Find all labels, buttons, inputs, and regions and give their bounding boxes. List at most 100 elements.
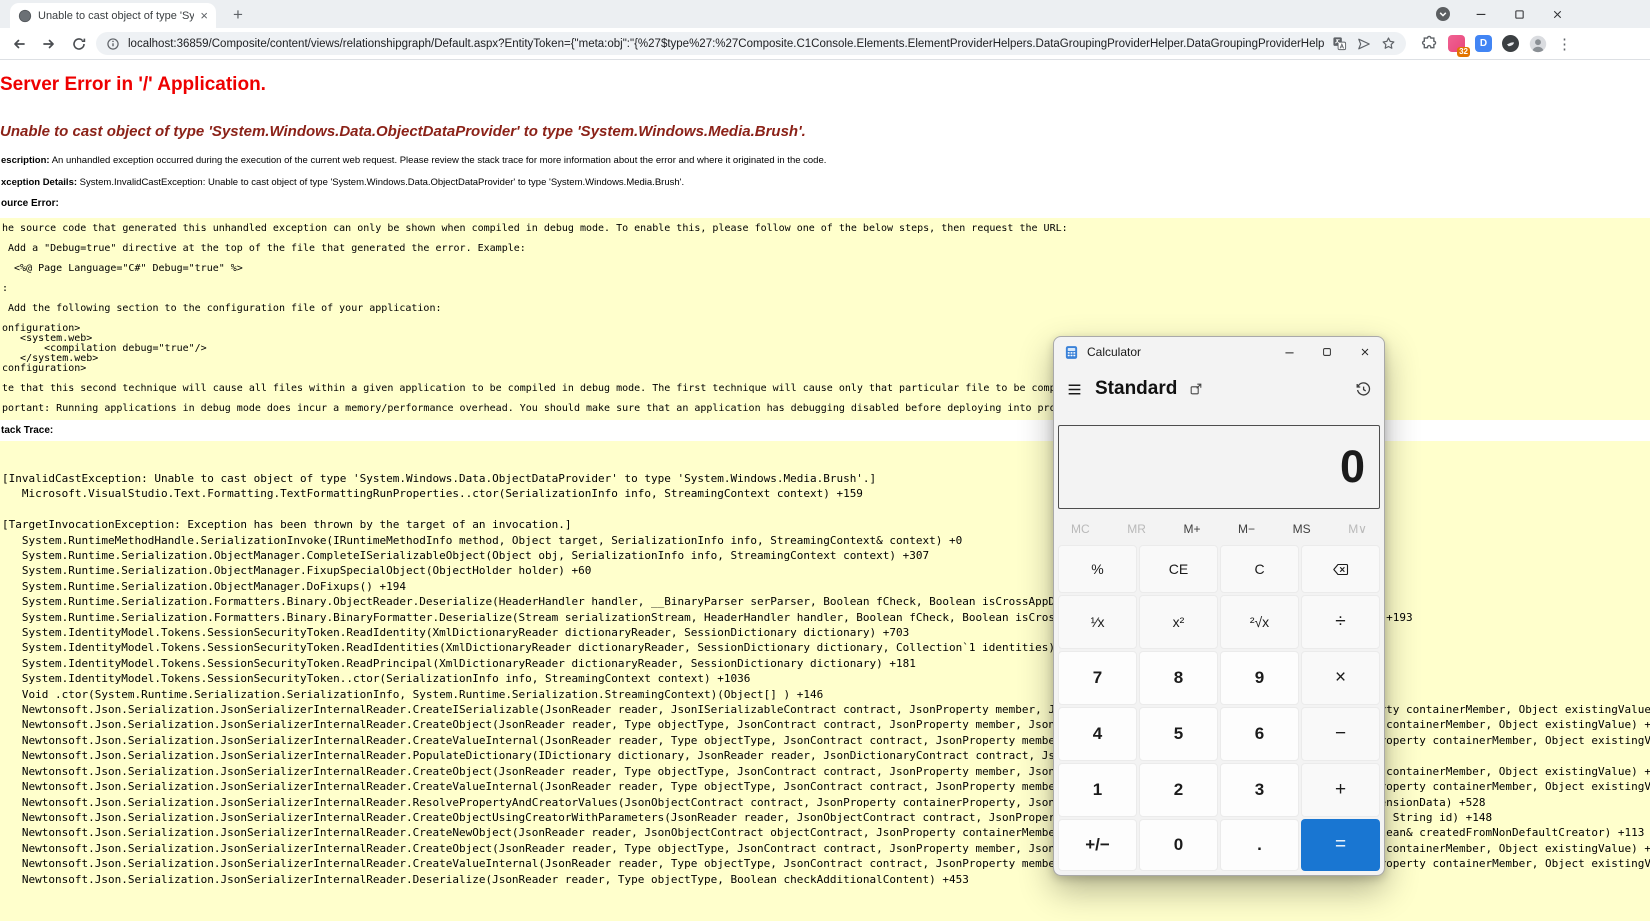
- source-error-box: he source code that generated this unhan…: [0, 218, 1650, 420]
- equals-button[interactable]: =: [1301, 819, 1380, 871]
- subtract-button[interactable]: −: [1301, 707, 1380, 761]
- calc-mode-title: Standard: [1095, 378, 1178, 399]
- source-line: [2, 274, 1650, 284]
- history-icon[interactable]: [1355, 381, 1372, 398]
- browser-menu-kebab-icon[interactable]: ⋮: [1557, 35, 1572, 53]
- window-controls: [1428, 0, 1572, 28]
- digit-4-button[interactable]: 4: [1058, 707, 1137, 761]
- stack-trace-line: System.IdentityModel.Tokens.SessionSecur…: [2, 641, 1089, 655]
- extensions-puzzle-icon[interactable]: [1421, 35, 1438, 52]
- calc-close-button[interactable]: [1346, 337, 1384, 367]
- reciprocal-button[interactable]: ¹⁄x: [1058, 595, 1137, 649]
- memory-add-button[interactable]: M+: [1183, 522, 1200, 536]
- bookmark-star-icon[interactable]: [1381, 36, 1396, 51]
- source-line: Add the following section to the configu…: [2, 303, 442, 314]
- hamburger-menu-icon[interactable]: [1066, 381, 1083, 398]
- memory-flyout-button[interactable]: M∨: [1348, 522, 1367, 536]
- memory-clear-button[interactable]: MC: [1071, 522, 1090, 536]
- source-line: </system.web>: [2, 353, 99, 364]
- error-page: Server Error in '/' Application. Unable …: [0, 61, 1650, 921]
- extension-icon[interactable]: 32: [1448, 35, 1470, 57]
- tab-close-icon[interactable]: ×: [200, 9, 208, 22]
- backspace-icon: [1332, 562, 1349, 577]
- description-label: escription:: [1, 155, 50, 166]
- digit-0-button[interactable]: 0: [1139, 819, 1218, 871]
- stack-trace-line: System.Runtime.Serialization.ObjectManag…: [2, 579, 406, 593]
- description-text: An unhandled exception occurred during t…: [51, 155, 827, 166]
- tab-search-icon[interactable]: [1428, 0, 1458, 28]
- negate-button[interactable]: +/−: [1058, 819, 1137, 871]
- clear-button[interactable]: C: [1220, 545, 1299, 593]
- forward-icon[interactable]: [36, 31, 61, 56]
- extension-d-icon[interactable]: D: [1475, 35, 1492, 52]
- stack-trace-line: System.Runtime.Serialization.Formatters.…: [2, 595, 1380, 609]
- digit-9-button[interactable]: 9: [1220, 651, 1299, 705]
- digit-6-button[interactable]: 6: [1220, 707, 1299, 761]
- window-maximize-button[interactable]: [1504, 0, 1534, 28]
- stack-trace-line: Newtonsoft.Json.Serialization.JsonSerial…: [2, 872, 969, 886]
- description-paragraph: escription: An unhandled exception occur…: [1, 155, 1650, 166]
- source-line: te that this second technique will cause…: [2, 383, 1170, 394]
- divide-button[interactable]: ÷: [1301, 595, 1380, 649]
- stack-trace-line: Newtonsoft.Json.Serialization.JsonSerial…: [2, 810, 1493, 824]
- stack-trace-line: System.IdentityModel.Tokens.SessionSecur…: [2, 672, 751, 686]
- tab-favicon: [18, 9, 32, 23]
- new-tab-button[interactable]: +: [226, 3, 250, 27]
- extension-badge: 32: [1457, 47, 1470, 57]
- memory-subtract-button[interactable]: M−: [1238, 522, 1255, 536]
- window-minimize-button[interactable]: [1466, 0, 1496, 28]
- digit-7-button[interactable]: 7: [1058, 651, 1137, 705]
- source-error-heading: ource Error:: [1, 198, 59, 209]
- stack-trace-box: [InvalidCastException: Unable to cast ob…: [0, 441, 1650, 921]
- digit-3-button[interactable]: 3: [1220, 763, 1299, 817]
- percent-button[interactable]: %: [1058, 545, 1137, 593]
- calc-maximize-button[interactable]: [1308, 337, 1346, 367]
- calculator-titlebar[interactable]: Calculator: [1054, 337, 1384, 367]
- browser-tab[interactable]: Unable to cast object of type 'Sy... ×: [10, 3, 216, 28]
- clear-entry-button[interactable]: CE: [1139, 545, 1218, 593]
- square-root-button[interactable]: ²√x: [1220, 595, 1299, 649]
- site-info-icon[interactable]: [106, 37, 120, 51]
- tab-title: Unable to cast object of type 'Sy...: [38, 9, 195, 22]
- calc-keypad: % CE C ¹⁄x x² ²√x ÷ 7 8 9 × 4 5 6 − 1 2 …: [1054, 543, 1384, 875]
- extension-dark-icon[interactable]: [1502, 35, 1519, 52]
- stack-trace-line: Newtonsoft.Json.Serialization.JsonSerial…: [2, 733, 1650, 747]
- stack-trace-line: Newtonsoft.Json.Serialization.JsonSerial…: [2, 780, 1650, 794]
- stack-trace-heading: tack Trace:: [1, 425, 54, 436]
- digit-2-button[interactable]: 2: [1139, 763, 1218, 817]
- calculator-window: Calculator Standard 0 MC MR M+ M− MS M∨ …: [1053, 336, 1385, 876]
- stack-trace-line: Newtonsoft.Json.Serialization.JsonSerial…: [2, 857, 1650, 871]
- share-icon[interactable]: [1357, 37, 1371, 51]
- translate-icon[interactable]: [1332, 36, 1347, 51]
- back-icon[interactable]: [6, 31, 31, 56]
- memory-store-button[interactable]: MS: [1293, 522, 1311, 536]
- calc-minimize-button[interactable]: [1270, 337, 1308, 367]
- source-line: :: [2, 283, 9, 294]
- reload-icon[interactable]: [66, 31, 91, 56]
- profile-avatar[interactable]: [1529, 35, 1547, 53]
- calculator-header: Standard: [1054, 367, 1384, 411]
- memory-row: MC MR M+ M− MS M∨: [1054, 515, 1384, 543]
- stack-trace-line: System.RuntimeMethodHandle.Serialization…: [2, 533, 963, 547]
- square-button[interactable]: x²: [1139, 595, 1218, 649]
- stack-trace-line: System.IdentityModel.Tokens.SessionSecur…: [2, 656, 916, 670]
- calculator-app-icon: [1064, 345, 1079, 360]
- add-button[interactable]: +: [1301, 763, 1380, 817]
- keep-on-top-icon[interactable]: [1189, 382, 1203, 396]
- source-line: Add a "Debug=true" directive at the top …: [2, 243, 526, 254]
- digit-8-button[interactable]: 8: [1139, 651, 1218, 705]
- digit-5-button[interactable]: 5: [1139, 707, 1218, 761]
- tab-strip: Unable to cast object of type 'Sy... × +: [0, 0, 1650, 28]
- exception-details-label: xception Details:: [1, 177, 78, 188]
- stack-trace-line: Newtonsoft.Json.Serialization.JsonSerial…: [2, 749, 1360, 763]
- source-line: he source code that generated this unhan…: [2, 223, 1068, 234]
- digit-1-button[interactable]: 1: [1058, 763, 1137, 817]
- multiply-button[interactable]: ×: [1301, 651, 1380, 705]
- source-line: <%@ Page Language="C#" Debug="true" %>: [2, 263, 243, 274]
- backspace-button[interactable]: [1301, 545, 1380, 593]
- decimal-button[interactable]: .: [1220, 819, 1299, 871]
- stack-trace-line: Newtonsoft.Json.Serialization.JsonSerial…: [2, 795, 1486, 809]
- window-close-button[interactable]: [1542, 0, 1572, 28]
- memory-recall-button[interactable]: MR: [1127, 522, 1146, 536]
- address-bar[interactable]: localhost:36859/Composite/content/views/…: [96, 32, 1406, 55]
